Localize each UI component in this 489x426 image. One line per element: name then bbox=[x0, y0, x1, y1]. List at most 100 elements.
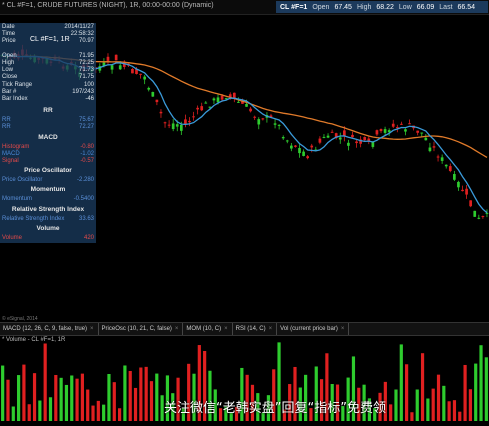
volume-bar bbox=[474, 363, 478, 421]
candle-body bbox=[481, 216, 485, 218]
data-window-row-label: Price Oscillator bbox=[2, 177, 43, 184]
candle-body bbox=[253, 116, 257, 118]
volume-bar bbox=[420, 353, 425, 421]
volume-bar bbox=[389, 404, 393, 421]
volume-bar bbox=[128, 370, 132, 421]
close-icon[interactable]: × bbox=[341, 326, 345, 332]
study-tab[interactable]: RSI (14, C) × bbox=[233, 323, 278, 335]
candle-body bbox=[196, 107, 199, 110]
low-value: 66.09 bbox=[416, 3, 435, 11]
volume-bar bbox=[415, 389, 419, 421]
data-window-row-label: Open bbox=[2, 52, 17, 59]
data-window-row-value: -0.5400 bbox=[73, 196, 94, 203]
data-window-row: Low 71.73 bbox=[2, 67, 94, 74]
study-tab-bar: MACD (12, 26, C, 9, false, true) × PriceOs… bbox=[0, 322, 489, 336]
study-tab[interactable]: Vol (current price bar) × bbox=[277, 323, 350, 335]
volume-bar bbox=[410, 412, 414, 421]
data-window-row: Tick Range 100 bbox=[2, 82, 94, 89]
volume-bar bbox=[155, 373, 159, 421]
candle-body bbox=[355, 141, 358, 144]
volume-bar bbox=[75, 378, 79, 421]
volume-bar bbox=[133, 387, 138, 421]
volume-bar bbox=[399, 344, 403, 421]
data-window-section-title: Relative Strength Index bbox=[11, 205, 85, 213]
low-label: Low bbox=[398, 3, 412, 11]
candle-body bbox=[151, 92, 155, 97]
last-value: 66.54 bbox=[457, 3, 476, 11]
data-window-row-value: 71.73 bbox=[78, 67, 94, 74]
data-window-section-title: Momentum bbox=[30, 186, 66, 194]
data-window-section-title: Volume bbox=[36, 224, 60, 232]
data-window-row-label: Bar # bbox=[2, 88, 17, 95]
close-icon[interactable]: × bbox=[175, 326, 179, 332]
candle-body bbox=[485, 212, 489, 214]
volume-bar bbox=[11, 406, 15, 421]
study-tab-label: MOM (10, C) bbox=[186, 326, 222, 332]
volume-bar bbox=[91, 405, 95, 421]
candle-body bbox=[302, 151, 305, 156]
data-window-row: Momentum -0.5400 bbox=[2, 196, 94, 203]
data-window-row-label: MACD bbox=[2, 150, 20, 157]
data-window-row: Date 2014/11/27 bbox=[2, 24, 94, 31]
study-tab[interactable]: MACD (12, 26, C, 9, false, true) × bbox=[0, 323, 99, 335]
data-window-row: High 72.25 bbox=[2, 60, 94, 67]
candle-body bbox=[200, 106, 204, 111]
quote-bar: CL #F=1 Open 67.45 High 68.22 Low 66.09 … bbox=[276, 1, 488, 13]
volume-bar bbox=[1, 365, 5, 421]
volume-bar bbox=[86, 389, 90, 421]
volume-pane-label: * Volume - CL #F=1, 1R bbox=[2, 337, 66, 343]
data-window-row: Bar # 197/243 bbox=[2, 89, 94, 96]
volume-bar bbox=[426, 398, 430, 421]
candle-body bbox=[469, 200, 473, 207]
volume-bar bbox=[6, 379, 10, 421]
volume-bar bbox=[452, 400, 457, 421]
study-tab-label: MACD (12, 26, C, 9, false, true) bbox=[3, 326, 88, 332]
volume-bar bbox=[48, 397, 53, 421]
candle-body bbox=[167, 124, 171, 126]
close-icon[interactable]: × bbox=[269, 326, 273, 332]
candle-body bbox=[453, 174, 456, 180]
candle-body bbox=[457, 181, 460, 188]
candle-body bbox=[408, 123, 411, 125]
candle-body bbox=[294, 145, 297, 147]
candle-body bbox=[179, 124, 183, 131]
candle-body bbox=[220, 95, 224, 100]
data-window-row-value: -2.280 bbox=[76, 177, 94, 184]
candle-body bbox=[416, 130, 420, 133]
volume-bar bbox=[458, 411, 462, 421]
candle-body bbox=[428, 147, 432, 152]
chart-title: * CL #F=1, CRUDE FUTURES (NIGHT), 1R, 00… bbox=[2, 2, 214, 9]
data-window-section-title: MACD bbox=[38, 133, 58, 141]
candle-body bbox=[424, 137, 428, 141]
candle-body bbox=[432, 146, 436, 148]
high-value: 68.22 bbox=[376, 3, 394, 11]
candle-body bbox=[379, 129, 383, 132]
data-window-row-value: -46 bbox=[85, 96, 94, 102]
chart-title-bar: * CL #F=1, CRUDE FUTURES (NIGHT), 1R, 00… bbox=[0, 0, 489, 15]
price-chart[interactable]: Date 2014/11/27 Time 22:58:32 Price 70.97 Open… bbox=[0, 15, 489, 322]
candle-body bbox=[131, 68, 134, 74]
volume-bar bbox=[479, 345, 483, 421]
study-tab[interactable]: MOM (10, C) × bbox=[183, 323, 233, 335]
data-window-row-value: 75.67 bbox=[78, 117, 94, 124]
data-window-row-label: Tick Range bbox=[2, 81, 33, 88]
data-window-row: Open 71.95 bbox=[2, 53, 94, 60]
data-window-row-label: Relative Strength Index bbox=[2, 215, 65, 222]
candle-body bbox=[290, 145, 293, 149]
candle-body bbox=[444, 164, 448, 167]
data-window-section-title: RR bbox=[43, 107, 53, 115]
data-window-row-value: 197/243 bbox=[72, 88, 94, 95]
volume-bar bbox=[149, 381, 154, 421]
data-window-row-label: RR bbox=[2, 124, 11, 131]
close-icon[interactable]: × bbox=[90, 326, 94, 332]
data-window-row: RR 72.27 bbox=[2, 124, 94, 131]
data-window-row-value: 33.63 bbox=[78, 215, 94, 222]
study-tab[interactable]: PriceOsc (10, 21, C, false) × bbox=[99, 323, 184, 335]
volume-bar bbox=[64, 384, 69, 421]
candle-body bbox=[188, 120, 191, 123]
candle-body bbox=[298, 148, 301, 154]
close-icon[interactable]: × bbox=[224, 326, 228, 332]
candle-body bbox=[395, 127, 399, 129]
candle-body bbox=[448, 166, 452, 172]
data-window-row-label: Bar Index bbox=[2, 96, 28, 102]
